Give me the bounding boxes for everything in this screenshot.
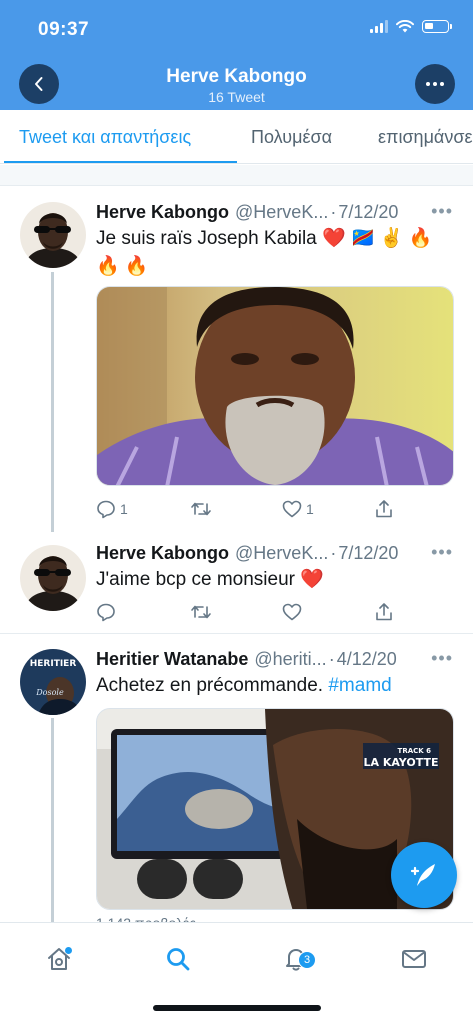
share-icon	[376, 603, 392, 621]
share-button[interactable]	[374, 602, 394, 622]
tweet-date: 7/12/20	[338, 543, 399, 563]
nav-messages[interactable]	[394, 939, 434, 979]
wifi-icon	[396, 20, 414, 33]
share-button[interactable]	[374, 499, 394, 519]
profile-header: 09:37 Herve Kabongo 16 Tweet	[0, 0, 473, 110]
tweet-author-name[interactable]: Herve Kabongo	[96, 543, 229, 564]
reply-count: 1	[120, 501, 128, 517]
tweet-more-icon[interactable]: •••	[431, 542, 453, 563]
tweet-more-icon[interactable]: •••	[431, 648, 453, 669]
tweet-date: 7/12/20	[338, 202, 399, 222]
reply-icon	[97, 500, 115, 519]
mail-icon	[402, 950, 426, 968]
retweet-button[interactable]	[190, 499, 212, 519]
video-track-label: TRACK 6	[398, 747, 432, 755]
tab-likes[interactable]: επισημάνσεις	[378, 127, 473, 148]
retweet-icon	[191, 502, 211, 516]
like-button[interactable]: 1	[282, 499, 314, 519]
profile-tabs: Tweet και απαντήσεις Πολυμέσα επισημάνσε…	[0, 110, 473, 164]
like-icon	[282, 500, 302, 518]
like-button[interactable]	[282, 602, 302, 622]
avatar[interactable]	[20, 202, 86, 268]
video-title-label: LA KAYOTTE	[363, 756, 438, 769]
share-icon	[376, 500, 392, 518]
tweet-text: J'aime bcp ce monsieur ❤️	[96, 569, 324, 590]
tweet-text-body: Achetez en précommande.	[96, 675, 324, 696]
like-count: 1	[306, 501, 314, 517]
tweet-author-handle: @heriti...	[254, 649, 327, 669]
retweet-icon	[191, 605, 211, 619]
tweet-image[interactable]	[96, 286, 454, 486]
reply-button[interactable]: 1	[96, 499, 128, 519]
tab-media[interactable]: Πολυμέσα	[251, 127, 332, 148]
tab-tweets-replies[interactable]: Tweet και απαντήσεις	[19, 127, 191, 148]
search-icon	[167, 948, 190, 971]
separator-dot: ·	[328, 649, 335, 669]
like-icon	[282, 603, 302, 621]
tweet-text: Je suis raïs Joseph Kabila ❤️ 🇨🇩 ✌️ 🔥 🔥 …	[96, 225, 457, 281]
avatar[interactable]: HERITIER Dosole	[20, 649, 86, 715]
tweet-item[interactable]: Herve Kabongo @HerveK... · 7/12/20 ••• J…	[0, 187, 473, 532]
tweet-actions	[96, 602, 396, 624]
hashtag-link[interactable]: #mamd	[328, 675, 391, 696]
nav-home[interactable]	[39, 939, 79, 979]
section-divider	[0, 165, 473, 186]
reply-icon	[97, 603, 115, 622]
reply-button[interactable]	[96, 602, 116, 622]
tweet-author-handle: @HerveK...	[235, 543, 329, 563]
tweet-header: Heritier Watanabe @heriti... · 4/12/20	[96, 649, 457, 670]
tweet-divider	[0, 633, 473, 634]
signal-icon	[370, 20, 388, 33]
profile-name: Herve Kabongo	[166, 66, 307, 87]
compose-icon	[410, 864, 435, 886]
tweet-text-line: Je suis raïs Joseph Kabila ❤️ 🇨🇩 ✌️ 🔥	[96, 228, 433, 249]
tweet-author-handle: @HerveK...	[235, 202, 329, 222]
tweet-item[interactable]: Herve Kabongo @HerveK... · 7/12/20 ••• J…	[0, 532, 473, 634]
thread-line	[51, 272, 54, 532]
retweet-button[interactable]	[190, 602, 212, 622]
thread-line	[51, 718, 54, 922]
tweet-text-line: 🔥 🔥	[96, 256, 149, 277]
tweet-text: Achetez en précommande. #mamd	[96, 672, 457, 700]
separator-dot: ·	[330, 202, 337, 222]
avatar-script: Dosole	[35, 688, 64, 697]
tweet-count: 16 Tweet	[208, 89, 265, 105]
compose-tweet-button[interactable]	[391, 842, 457, 908]
status-icons	[370, 20, 452, 33]
more-button[interactable]	[415, 64, 455, 104]
nav-search[interactable]	[158, 939, 198, 979]
status-time: 09:37	[38, 19, 90, 40]
more-icon	[426, 82, 444, 86]
tweet-date: 4/12/20	[336, 649, 397, 669]
avatar[interactable]	[20, 545, 86, 611]
notifications-badge: 3	[298, 951, 316, 969]
home-indicator	[153, 1005, 321, 1011]
battery-icon	[422, 20, 452, 33]
separator-dot: ·	[330, 543, 337, 563]
tweet-header: Herve Kabongo @HerveK... · 7/12/20	[96, 543, 457, 564]
tweet-header: Herve Kabongo @HerveK... · 7/12/20	[96, 202, 457, 223]
nav-notifications[interactable]: 3	[276, 939, 316, 979]
tweet-author-name[interactable]: Herve Kabongo	[96, 202, 229, 223]
avatar-text: HERITIER	[30, 659, 77, 669]
tweet-author-name[interactable]: Heritier Watanabe	[96, 649, 248, 670]
home-new-dot	[65, 947, 72, 954]
tweet-more-icon[interactable]: •••	[431, 201, 453, 222]
tweet-actions: 1 1	[96, 499, 396, 521]
active-tab-indicator	[4, 161, 237, 163]
